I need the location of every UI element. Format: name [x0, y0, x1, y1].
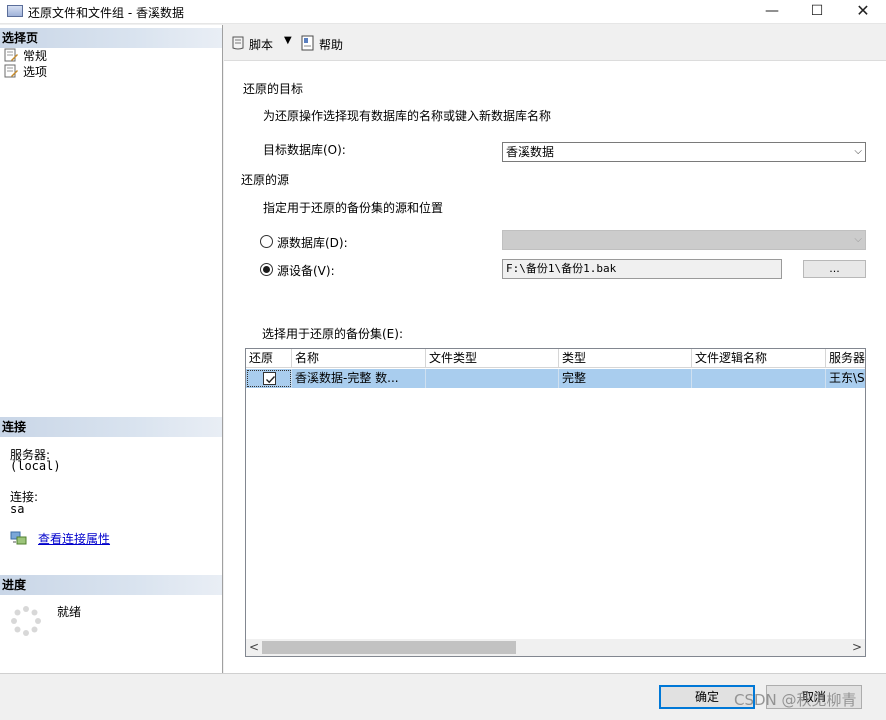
left-panel: 选择页 常规 选项 连接 服务器: (local) 连接: sa 查看连接属性 …: [0, 25, 223, 673]
window-title: 还原文件和文件组 - 香溪数据: [28, 6, 184, 20]
restore-checkbox-cell[interactable]: [246, 369, 292, 388]
toolbar: 脚本 ▼ 帮助: [224, 25, 886, 61]
nav-item-label: 选项: [23, 65, 48, 79]
column-header-name[interactable]: 名称: [292, 349, 426, 368]
progress-header: 进度: [0, 575, 222, 595]
backup-sets-grid[interactable]: 还原 名称 文件类型 类型 文件逻辑名称 服务器 香溪数据-完整 数... 完整…: [245, 348, 866, 657]
maximize-button[interactable]: ☐: [794, 0, 840, 24]
connection-properties-icon: [10, 530, 28, 546]
window-icon: [7, 5, 23, 17]
scrollbar-thumb[interactable]: [262, 641, 516, 654]
from-database-label: 源数据库(D):: [277, 236, 348, 250]
watermark: CSDN @秋见柳青: [734, 691, 857, 709]
progress-status: 就绪: [57, 605, 82, 619]
column-header-file-type[interactable]: 文件类型: [426, 349, 559, 368]
help-icon: [300, 35, 316, 51]
target-database-select[interactable]: 香溪数据 ⌵: [502, 142, 866, 162]
script-button[interactable]: 脚本: [249, 36, 273, 53]
column-header-type[interactable]: 类型: [559, 349, 692, 368]
minimize-button[interactable]: —: [749, 0, 795, 24]
help-button[interactable]: 帮助: [319, 36, 343, 53]
horizontal-scrollbar[interactable]: < >: [246, 639, 865, 656]
from-device-field[interactable]: F:\备份1\备份1.bak: [502, 259, 782, 279]
from-device-radio[interactable]: [260, 263, 273, 276]
page-wrench-icon: [3, 48, 19, 62]
row-type-cell[interactable]: 完整: [559, 369, 692, 388]
script-icon: [230, 35, 246, 51]
target-database-value: 香溪数据: [506, 145, 555, 159]
scroll-left-button[interactable]: <: [249, 639, 261, 656]
from-database-radio[interactable]: [260, 235, 273, 248]
destination-description: 为还原操作选择现有数据库的名称或键入新数据库名称: [263, 109, 552, 123]
connection-value: sa: [10, 502, 25, 516]
title-bar: 还原文件和文件组 - 香溪数据 — ☐ ✕: [0, 0, 886, 24]
row-name-cell[interactable]: 香溪数据-完整 数...: [292, 369, 426, 388]
backup-sets-label: 选择用于还原的备份集(E):: [262, 327, 403, 341]
nav-item-options[interactable]: 选项: [3, 64, 47, 80]
nav-item-general[interactable]: 常规: [3, 48, 47, 64]
destination-section-title: 还原的目标: [243, 82, 304, 96]
source-description: 指定用于还原的备份集的源和位置: [263, 201, 444, 215]
checkmark-icon: [266, 376, 276, 384]
chevron-down-icon: ⌵: [854, 234, 862, 245]
script-dropdown-arrow[interactable]: ▼: [284, 35, 292, 46]
column-header-server[interactable]: 服务器: [826, 349, 865, 368]
restore-checkbox[interactable]: [263, 372, 276, 385]
progress-spinner-icon: [10, 605, 42, 637]
select-page-header: 选择页: [0, 28, 222, 48]
chevron-down-icon: ⌵: [854, 146, 862, 157]
browse-button[interactable]: ...: [803, 260, 866, 278]
row-logical-name-cell[interactable]: [692, 369, 826, 388]
source-section-title: 还原的源: [241, 173, 290, 187]
view-connection-properties-link[interactable]: 查看连接属性: [38, 530, 110, 547]
from-device-label: 源设备(V):: [277, 264, 335, 278]
target-database-label: 目标数据库(O):: [263, 143, 346, 157]
column-header-logical-name[interactable]: 文件逻辑名称: [692, 349, 826, 368]
nav-item-label: 常规: [23, 49, 48, 63]
close-button[interactable]: ✕: [840, 0, 886, 24]
connection-header: 连接: [0, 417, 222, 437]
row-file-type-cell[interactable]: [426, 369, 559, 388]
row-server-cell[interactable]: 王东\S: [826, 369, 865, 388]
column-header-restore[interactable]: 还原: [246, 349, 292, 368]
page-wrench-icon: [3, 64, 19, 78]
scroll-right-button[interactable]: >: [852, 639, 864, 656]
from-database-select[interactable]: ⌵: [502, 230, 866, 250]
server-value: (local): [10, 459, 61, 473]
